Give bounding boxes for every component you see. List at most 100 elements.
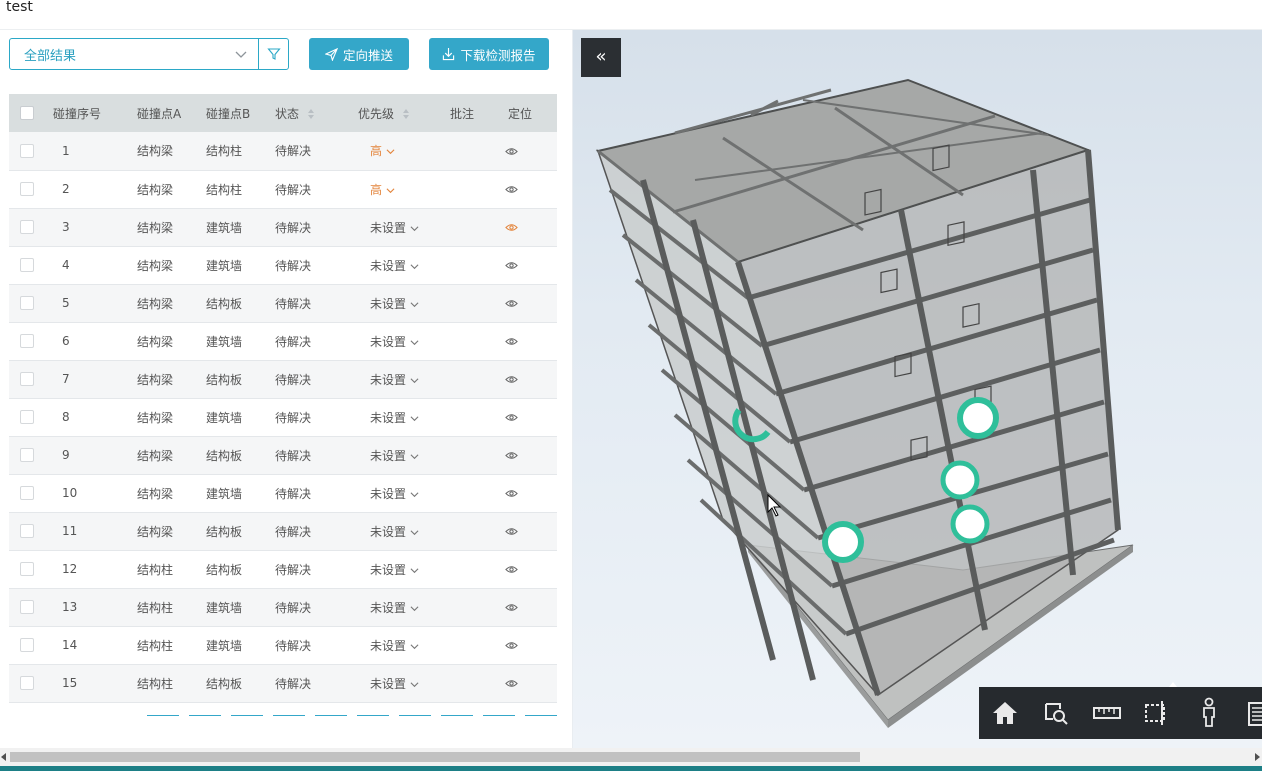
row-note[interactable]: [450, 322, 498, 361]
person-icon[interactable]: [1191, 695, 1227, 731]
zoom-area-icon[interactable]: [1038, 695, 1074, 731]
row-priority-select[interactable]: 未设置: [348, 322, 450, 361]
table-row[interactable]: 3 结构梁 建筑墙 待解决 未设置: [9, 208, 557, 247]
row-checkbox[interactable]: [20, 524, 34, 539]
scroll-right-icon[interactable]: [1255, 753, 1260, 761]
row-note[interactable]: [450, 550, 498, 589]
row-point-b: 建筑墙: [206, 588, 275, 627]
eye-icon[interactable]: [505, 147, 518, 156]
eye-icon[interactable]: [505, 223, 518, 232]
eye-icon[interactable]: [505, 641, 518, 650]
model-viewer[interactable]: «: [573, 30, 1262, 748]
row-checkbox[interactable]: [20, 486, 34, 501]
row-checkbox[interactable]: [20, 372, 34, 387]
row-checkbox[interactable]: [20, 296, 34, 311]
eye-icon[interactable]: [505, 489, 518, 498]
row-checkbox[interactable]: [20, 334, 34, 349]
sort-icon[interactable]: [307, 108, 315, 120]
row-checkbox[interactable]: [20, 410, 34, 425]
row-note[interactable]: [450, 474, 498, 513]
horizontal-scrollbar[interactable]: [0, 748, 1262, 766]
collapse-panel-button[interactable]: «: [581, 38, 621, 77]
row-priority-select[interactable]: 高: [348, 170, 450, 209]
directed-push-label: 定向推送: [342, 47, 393, 63]
row-note[interactable]: [450, 246, 498, 285]
eye-icon[interactable]: [505, 451, 518, 460]
row-checkbox[interactable]: [20, 258, 34, 273]
row-note[interactable]: [450, 588, 498, 627]
row-note[interactable]: [450, 132, 498, 171]
home-icon[interactable]: [987, 695, 1023, 731]
directed-push-button[interactable]: 定向推送: [309, 38, 409, 70]
sort-icon[interactable]: [402, 108, 410, 120]
row-checkbox[interactable]: [20, 144, 34, 158]
row-note[interactable]: [450, 436, 498, 475]
row-priority-select[interactable]: 未设置: [348, 474, 450, 513]
row-priority-select[interactable]: 未设置: [348, 588, 450, 627]
row-priority-select[interactable]: 未设置: [348, 664, 450, 703]
eye-icon[interactable]: [505, 413, 518, 422]
row-priority-select[interactable]: 未设置: [348, 360, 450, 399]
row-priority-select[interactable]: 未设置: [348, 398, 450, 437]
row-note[interactable]: [450, 360, 498, 399]
table-row[interactable]: 9 结构梁 结构板 待解决 未设置: [9, 436, 557, 475]
row-priority-select[interactable]: 未设置: [348, 246, 450, 285]
row-priority-select[interactable]: 未设置: [348, 436, 450, 475]
row-priority-select[interactable]: 未设置: [348, 208, 450, 247]
row-priority-select[interactable]: 未设置: [348, 550, 450, 589]
row-checkbox[interactable]: [20, 562, 34, 577]
table-row[interactable]: 10 结构梁 建筑墙 待解决 未设置: [9, 474, 557, 513]
section-box-icon[interactable]: [1140, 695, 1176, 731]
scroll-left-icon[interactable]: [1, 753, 6, 761]
eye-icon[interactable]: [505, 261, 518, 270]
row-note[interactable]: [450, 170, 498, 209]
eye-icon[interactable]: [505, 565, 518, 574]
table-row[interactable]: 6 结构梁 建筑墙 待解决 未设置: [9, 322, 557, 361]
header-status[interactable]: 状态: [275, 94, 348, 132]
table-row[interactable]: 15 结构柱 结构板 待解决 未设置: [9, 664, 557, 703]
eye-icon[interactable]: [505, 185, 518, 194]
table-row[interactable]: 4 结构梁 建筑墙 待解决 未设置: [9, 246, 557, 285]
row-note[interactable]: [450, 626, 498, 665]
table-row[interactable]: 8 结构梁 建筑墙 待解决 未设置: [9, 398, 557, 437]
select-all-checkbox[interactable]: [20, 106, 34, 121]
scrollbar-thumb[interactable]: [10, 752, 860, 762]
row-checkbox[interactable]: [20, 600, 34, 615]
row-note[interactable]: [450, 512, 498, 551]
table-row[interactable]: 1 结构梁 结构柱 待解决 高: [9, 132, 557, 171]
table-row[interactable]: 2 结构梁 结构柱 待解决 高: [9, 170, 557, 209]
row-note[interactable]: [450, 398, 498, 437]
row-checkbox[interactable]: [20, 448, 34, 463]
eye-icon[interactable]: [505, 527, 518, 536]
building-model[interactable]: [573, 30, 1262, 748]
eye-icon[interactable]: [505, 299, 518, 308]
eye-icon[interactable]: [505, 679, 518, 688]
row-checkbox[interactable]: [20, 638, 34, 653]
table-row[interactable]: 13 结构柱 建筑墙 待解决 未设置: [9, 588, 557, 627]
row-note[interactable]: [450, 284, 498, 323]
list-icon[interactable]: [1241, 695, 1262, 731]
eye-icon[interactable]: [505, 603, 518, 612]
table-row[interactable]: 7 结构梁 结构板 待解决 未设置: [9, 360, 557, 399]
ruler-icon[interactable]: [1089, 695, 1125, 731]
row-checkbox[interactable]: [20, 220, 34, 235]
chevron-down-icon: [386, 187, 395, 193]
header-priority[interactable]: 优先级: [348, 94, 450, 132]
row-note[interactable]: [450, 208, 498, 247]
filter-button[interactable]: [258, 38, 289, 70]
row-note[interactable]: [450, 664, 498, 703]
table-row[interactable]: 11 结构梁 结构板 待解决 未设置: [9, 512, 557, 551]
eye-icon[interactable]: [505, 375, 518, 384]
row-priority-select[interactable]: 未设置: [348, 284, 450, 323]
row-checkbox[interactable]: [20, 182, 34, 197]
result-filter-select[interactable]: 全部结果: [9, 38, 259, 70]
row-checkbox[interactable]: [20, 676, 34, 691]
row-priority-select[interactable]: 未设置: [348, 512, 450, 551]
download-report-button[interactable]: 下载检测报告: [429, 38, 549, 70]
row-priority-select[interactable]: 高: [348, 132, 450, 171]
row-priority-select[interactable]: 未设置: [348, 626, 450, 665]
table-row[interactable]: 12 结构柱 结构板 待解决 未设置: [9, 550, 557, 589]
table-row[interactable]: 5 结构梁 结构板 待解决 未设置: [9, 284, 557, 323]
table-row[interactable]: 14 结构柱 建筑墙 待解决 未设置: [9, 626, 557, 665]
eye-icon[interactable]: [505, 337, 518, 346]
